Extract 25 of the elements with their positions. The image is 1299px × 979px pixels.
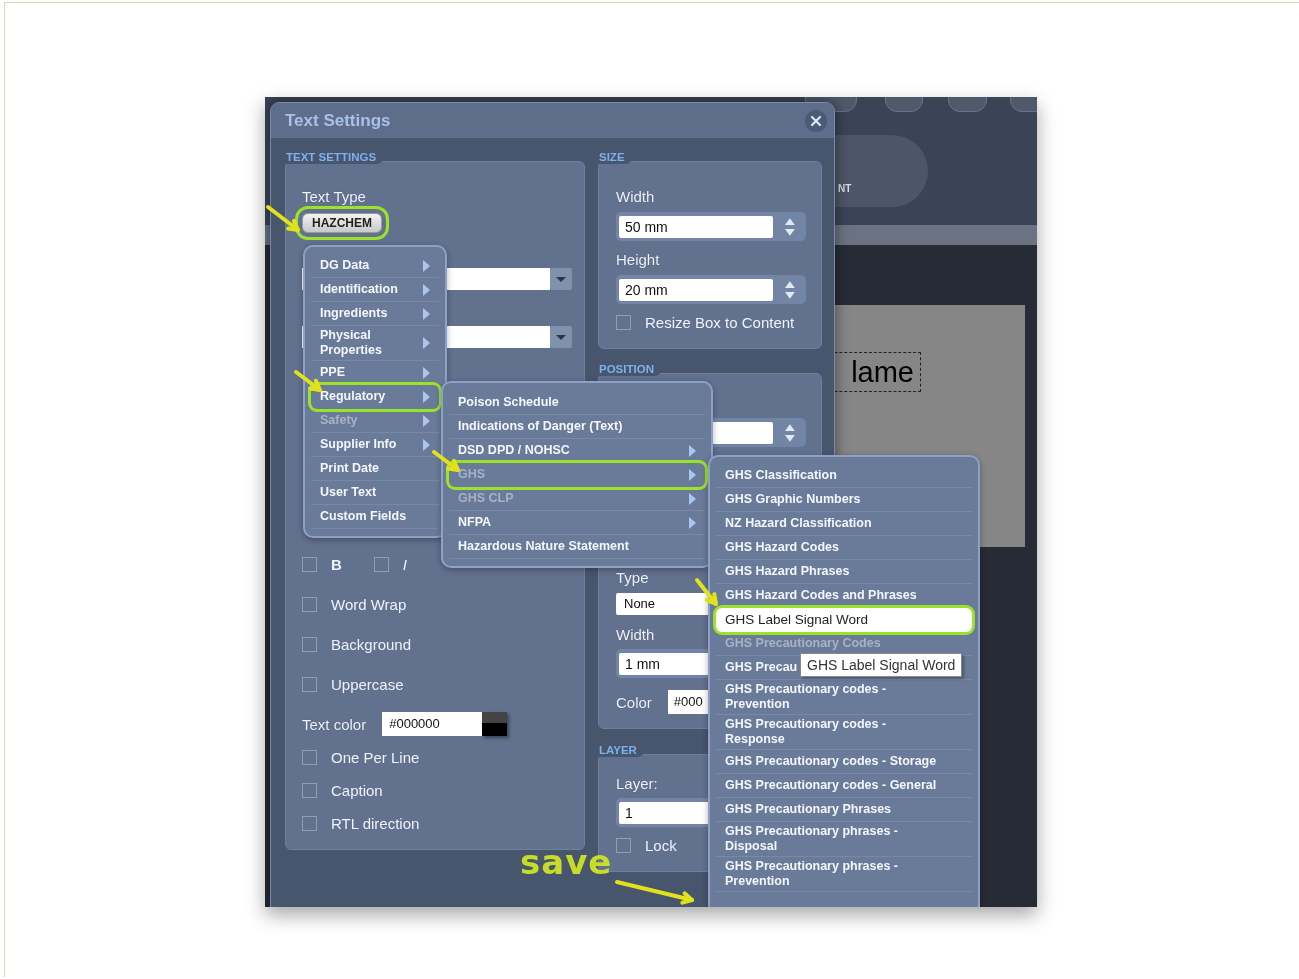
dialog-title: Text Settings (285, 110, 391, 131)
field-label: Text color (302, 715, 367, 733)
field-label: Color (616, 693, 652, 711)
field-label: Width (616, 624, 655, 644)
tooltip: GHS Label Signal Word (800, 653, 963, 677)
checkbox-label: One Per Line (331, 748, 420, 766)
section-header: SIZE (599, 150, 633, 164)
field-label: Text Type (302, 186, 366, 206)
field-label: Layer: (616, 773, 658, 793)
field-label: Type (616, 567, 649, 587)
section-header: POSITION (599, 362, 662, 376)
section-header: LAYER (599, 743, 645, 757)
checkbox-label: RTL direction (331, 814, 420, 832)
annotation-label: save (520, 842, 613, 882)
checkbox-label: Uppercase (331, 675, 404, 693)
checkbox-label: B (331, 555, 342, 573)
checkbox-label: I (402, 555, 407, 573)
checkbox-label: Background (331, 635, 412, 653)
checkbox-label: Lock (645, 836, 677, 854)
section-header: TEXT SETTINGS (286, 150, 385, 164)
checkbox-label: Word Wrap (331, 595, 407, 613)
field-label: Height (616, 249, 660, 269)
field-label: Width (616, 186, 655, 206)
checkbox-label: Resize Box to Content (645, 313, 795, 331)
checkbox-label: Caption (331, 781, 383, 799)
